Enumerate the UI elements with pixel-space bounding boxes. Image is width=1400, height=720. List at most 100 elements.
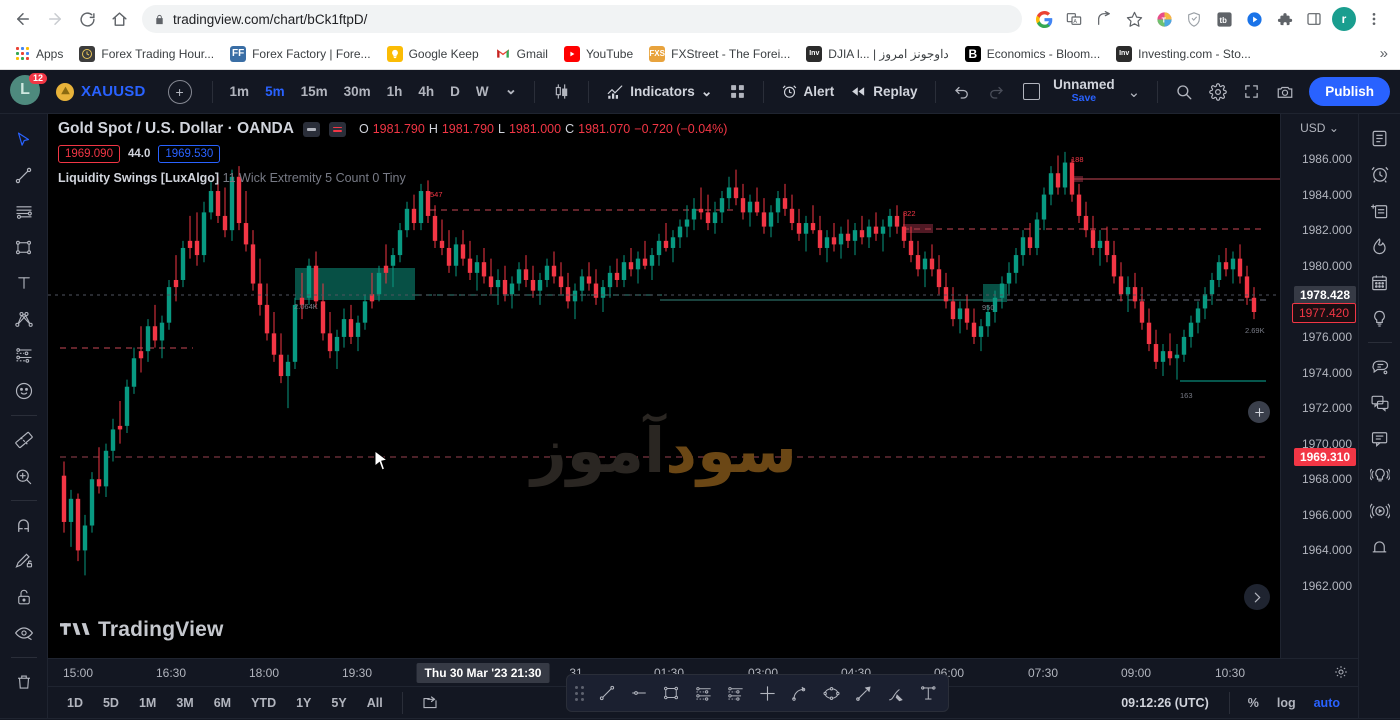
bookmarks-overflow-icon[interactable]: » xyxy=(1380,45,1392,62)
extension-shield-icon[interactable] xyxy=(1180,5,1208,33)
chat-icon[interactable] xyxy=(1364,351,1396,383)
timeframe-d[interactable]: D xyxy=(443,79,467,104)
long-position-icon[interactable] xyxy=(688,679,718,707)
search-icon[interactable] xyxy=(1168,78,1200,106)
hide-drawings-tool[interactable] xyxy=(7,616,41,650)
horizontal-ray-icon[interactable] xyxy=(624,679,654,707)
curve-icon[interactable] xyxy=(784,679,814,707)
range-3m[interactable]: 3M xyxy=(167,692,202,714)
timeframe-5m[interactable]: 5m xyxy=(258,79,292,104)
chevron-down-icon[interactable]: ⌄ xyxy=(1121,78,1148,106)
publish-button[interactable]: Publish xyxy=(1309,77,1390,106)
layout-save-link[interactable]: Save xyxy=(1072,93,1097,105)
drawing-mode-tool[interactable] xyxy=(7,544,41,578)
notifications-icon[interactable] xyxy=(1364,531,1396,563)
bookmark-google-keep[interactable]: Google Keep xyxy=(381,43,485,65)
range-all[interactable]: All xyxy=(358,692,392,714)
data-window-icon[interactable] xyxy=(1364,194,1396,226)
time-settings-icon[interactable] xyxy=(1334,665,1348,679)
timeframe-1m[interactable]: 1m xyxy=(223,79,257,104)
timeframe-30m[interactable]: 30m xyxy=(337,79,378,104)
broadcast-icon[interactable] xyxy=(1364,495,1396,527)
layout-icon[interactable] xyxy=(1016,78,1047,105)
trend-line-icon[interactable] xyxy=(592,679,622,707)
extension-tmetric-icon[interactable]: T xyxy=(1150,5,1178,33)
bookmark-djia-investing[interactable]: Inv DJIA l... | داوجونز امروز xyxy=(800,43,955,65)
drag-handle[interactable] xyxy=(575,685,584,701)
horizontal-lines-tool[interactable] xyxy=(7,194,41,228)
private-messages-icon[interactable] xyxy=(1364,423,1396,455)
google-search-icon[interactable] xyxy=(1030,5,1058,33)
bookmark-star-icon[interactable] xyxy=(1120,5,1148,33)
scroll-to-realtime-button[interactable] xyxy=(1244,584,1270,610)
redo-icon[interactable] xyxy=(980,78,1012,106)
sidepanel-icon[interactable] xyxy=(1300,5,1328,33)
layout-name-button[interactable]: Unnamed Save xyxy=(1049,77,1119,105)
hide-series-icon[interactable] xyxy=(302,121,320,137)
undo-icon[interactable] xyxy=(946,78,978,106)
camera-icon[interactable] xyxy=(1269,78,1301,106)
reload-button[interactable] xyxy=(72,4,102,34)
layout-templates-icon[interactable] xyxy=(722,78,753,105)
short-position-icon[interactable] xyxy=(720,679,750,707)
trend-line-tool[interactable] xyxy=(7,158,41,192)
chevron-down-icon[interactable]: ⌄ xyxy=(498,80,525,103)
text-anchor-icon[interactable] xyxy=(912,679,942,707)
public-chats-icon[interactable] xyxy=(1364,387,1396,419)
share-icon[interactable] xyxy=(1090,5,1118,33)
bookmark-bloomberg[interactable]: B Economics - Bloom... xyxy=(959,43,1106,65)
extension-media-icon[interactable] xyxy=(1240,5,1268,33)
scale-auto-button[interactable]: auto xyxy=(1306,692,1348,714)
measure-tool[interactable] xyxy=(7,423,41,457)
gear-icon[interactable] xyxy=(1202,78,1234,106)
chart-canvas[interactable]: 2.064K 547 822 950 188 2.69K 163 سودآموز Tradi… xyxy=(48,114,1280,658)
floating-drawing-toolbar[interactable] xyxy=(566,674,949,712)
timeframe-4h[interactable]: 4h xyxy=(411,79,441,104)
chevron-down-icon[interactable]: ⌄ xyxy=(701,83,713,100)
alerts-icon[interactable] xyxy=(1364,158,1396,190)
brush-icon[interactable] xyxy=(880,679,910,707)
watchlist-icon[interactable] xyxy=(1364,122,1396,154)
bid-price[interactable]: 1969.090 xyxy=(58,145,120,163)
back-button[interactable] xyxy=(8,4,38,34)
calendar-icon[interactable] xyxy=(1364,266,1396,298)
candlestick-style-icon[interactable] xyxy=(545,77,578,106)
bookmark-forex-factory[interactable]: FF Forex Factory | Fore... xyxy=(224,43,376,65)
series-menu-icon[interactable] xyxy=(328,121,346,137)
price-axis-currency[interactable]: USD ⌄ xyxy=(1281,114,1358,135)
profile-button[interactable]: r xyxy=(1330,5,1358,33)
fullscreen-icon[interactable] xyxy=(1236,78,1267,105)
zoom-in-tool[interactable] xyxy=(7,459,41,493)
patterns-tool[interactable] xyxy=(7,302,41,336)
timeframe-1h[interactable]: 1h xyxy=(380,79,410,104)
scale-percent-button[interactable]: % xyxy=(1240,692,1267,714)
timeframe-w[interactable]: W xyxy=(469,79,496,104)
extension-box-icon[interactable]: tb xyxy=(1210,5,1238,33)
stream-icon[interactable] xyxy=(1364,459,1396,491)
rectangle-icon[interactable] xyxy=(656,679,686,707)
arrow-marker-icon[interactable] xyxy=(848,679,878,707)
range-6m[interactable]: 6M xyxy=(205,692,240,714)
extensions-puzzle-icon[interactable] xyxy=(1270,5,1298,33)
add-symbol-button[interactable]: + xyxy=(167,79,192,104)
cursor-tool[interactable] xyxy=(7,122,41,156)
bookmark-fxstreet[interactable]: FXS FXStreet - The Forei... xyxy=(643,43,796,65)
bookmark-forex-trading-hours[interactable]: Forex Trading Hour... xyxy=(73,43,220,65)
magnet-tool[interactable] xyxy=(7,508,41,542)
ideas-icon[interactable] xyxy=(1364,302,1396,334)
range-5y[interactable]: 5Y xyxy=(322,692,355,714)
translate-icon[interactable]: A xyxy=(1060,5,1088,33)
ask-price[interactable]: 1969.530 xyxy=(158,145,221,163)
indicators-button[interactable]: Indicators ⌄ xyxy=(599,78,719,106)
add-order-plus-icon[interactable] xyxy=(1248,401,1270,423)
last-price-label[interactable]: 1977.420 xyxy=(1291,303,1356,323)
bookmark-youtube[interactable]: YouTube xyxy=(558,43,639,65)
range-1y[interactable]: 1Y xyxy=(287,692,320,714)
cross-line-icon[interactable] xyxy=(752,679,782,707)
replay-button[interactable]: Replay xyxy=(843,78,924,105)
range-1d[interactable]: 1D xyxy=(58,692,92,714)
range-ytd[interactable]: YTD xyxy=(242,692,285,714)
symbol-search-button[interactable]: XAUUSD xyxy=(46,79,156,105)
text-tool[interactable] xyxy=(7,266,41,300)
chrome-menu-icon[interactable] xyxy=(1360,5,1388,33)
